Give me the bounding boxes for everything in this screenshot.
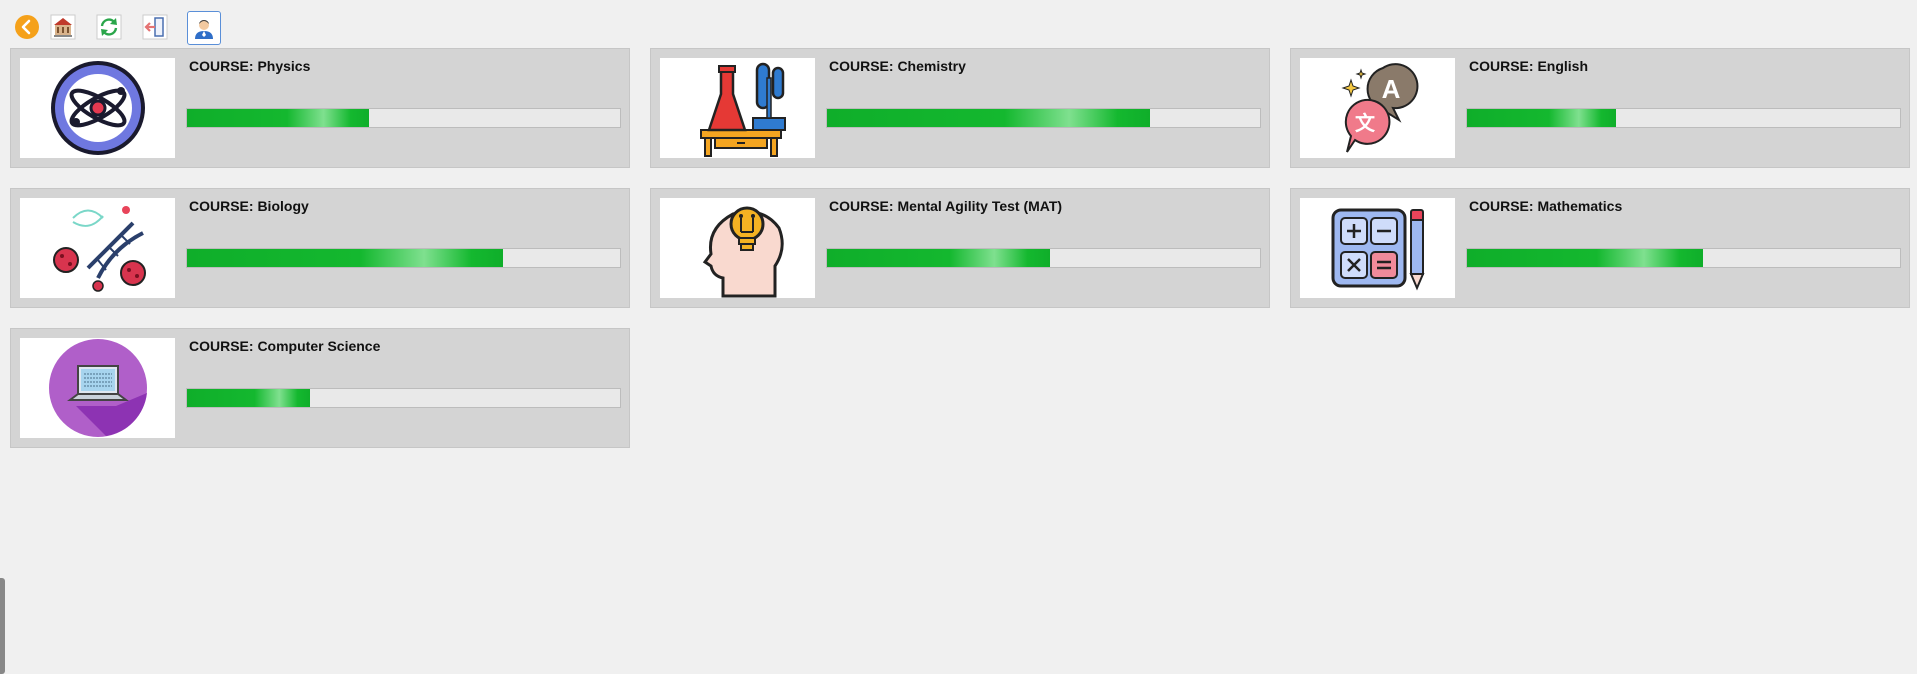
user-avatar-icon bbox=[195, 20, 213, 39]
progress-fill bbox=[1467, 249, 1703, 267]
progress-bar bbox=[1466, 108, 1901, 128]
translate-speech-icon: A 文 bbox=[1340, 63, 1418, 153]
course-thumbnail bbox=[20, 58, 175, 158]
home-button[interactable] bbox=[48, 12, 78, 42]
course-title: COURSE: Mathematics bbox=[1469, 198, 1623, 214]
atom-icon bbox=[50, 61, 145, 155]
head-lightbulb-icon bbox=[702, 206, 784, 298]
progress-bar bbox=[186, 108, 621, 128]
laptop-icon bbox=[48, 339, 147, 437]
course-thumbnail bbox=[20, 338, 175, 438]
course-thumbnail bbox=[660, 198, 815, 298]
progress-fill bbox=[187, 249, 504, 267]
progress-bar bbox=[186, 388, 621, 408]
course-card-chemistry[interactable]: COURSE: Chemistry bbox=[650, 48, 1270, 168]
course-card-mat[interactable]: COURSE: Mental Agility Test (MAT) bbox=[650, 188, 1270, 308]
progress-fill bbox=[187, 389, 311, 407]
course-title: COURSE: Mental Agility Test (MAT) bbox=[829, 198, 1063, 214]
course-card-mathematics[interactable]: COURSE: Mathematics bbox=[1290, 188, 1910, 308]
back-arrow-icon bbox=[15, 15, 39, 39]
course-card-computer-science[interactable]: COURSE: Computer Science bbox=[10, 328, 630, 448]
back-button[interactable] bbox=[12, 12, 42, 42]
progress-fill bbox=[827, 249, 1050, 267]
course-title: COURSE: Physics bbox=[189, 58, 311, 74]
course-thumbnail: A 文 bbox=[1300, 58, 1455, 158]
exit-door-icon bbox=[142, 14, 168, 40]
profile-button[interactable] bbox=[187, 11, 221, 45]
course-thumbnail bbox=[20, 198, 175, 298]
course-title: COURSE: English bbox=[1469, 58, 1589, 74]
school-building-icon bbox=[50, 14, 76, 40]
progress-fill bbox=[187, 109, 369, 127]
lab-flask-icon bbox=[699, 62, 786, 157]
calculator-icon bbox=[1331, 208, 1425, 291]
progress-bar bbox=[826, 108, 1261, 128]
svg-text:文: 文 bbox=[1355, 111, 1376, 135]
progress-bar bbox=[186, 248, 621, 268]
course-title: COURSE: Computer Science bbox=[189, 338, 381, 354]
progress-fill bbox=[827, 109, 1150, 127]
refresh-button[interactable] bbox=[94, 12, 124, 42]
course-card-english[interactable]: A 文 COURSE: English bbox=[1290, 48, 1910, 168]
course-card-biology[interactable]: COURSE: Biology bbox=[10, 188, 630, 308]
refresh-icon bbox=[96, 14, 122, 40]
logout-button[interactable] bbox=[140, 12, 170, 42]
svg-text:A: A bbox=[1381, 74, 1400, 104]
progress-fill bbox=[1467, 109, 1617, 127]
course-thumbnail bbox=[660, 58, 815, 158]
course-title: COURSE: Chemistry bbox=[829, 58, 966, 74]
window-edge-handle bbox=[0, 578, 5, 674]
dna-cells-icon bbox=[52, 206, 146, 292]
course-title: COURSE: Biology bbox=[189, 198, 309, 214]
course-thumbnail bbox=[1300, 198, 1455, 298]
course-card-physics[interactable]: COURSE: Physics bbox=[10, 48, 630, 168]
progress-bar bbox=[1466, 248, 1901, 268]
progress-bar bbox=[826, 248, 1261, 268]
